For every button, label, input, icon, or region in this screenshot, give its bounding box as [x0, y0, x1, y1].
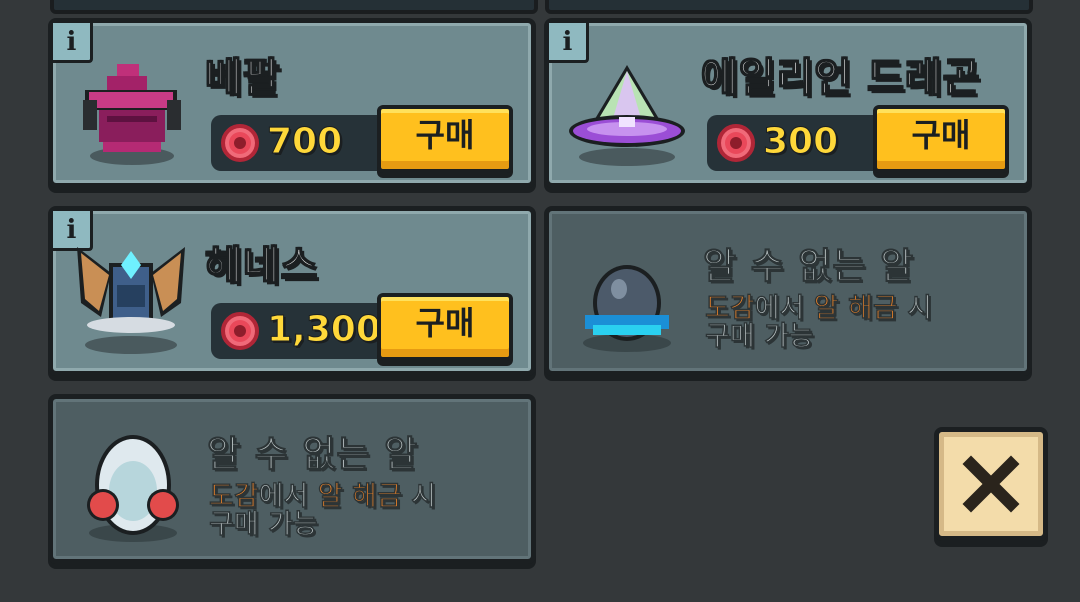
red-coin-icon [717, 124, 755, 162]
hint-purchasable: 구매 가능 [209, 509, 318, 540]
hint-text: 에서 [258, 481, 318, 512]
close-button[interactable] [934, 427, 1048, 541]
price-value: 700 [266, 121, 343, 163]
pet-card-bepal: i 베팔 700 구매 [48, 18, 536, 188]
red-coin-icon [221, 312, 259, 350]
locked-egg-card: 알 수 없는 알 도감에서 알 해금 시 구매 가능 [544, 206, 1032, 376]
price-value: 1,300 [267, 309, 382, 351]
hint-text: 시 [897, 293, 932, 324]
pet-name: 헤네스 [204, 242, 319, 290]
hint-egg-unlock: 알 해금 [813, 293, 898, 324]
price-value: 300 [762, 121, 839, 163]
buy-button[interactable]: 구매 [873, 105, 1009, 173]
pet-name: 에일리언 드래곤 [700, 54, 981, 102]
buy-button[interactable]: 구매 [377, 105, 513, 173]
winged-crest-icon [77, 247, 185, 354]
dark-egg-icon [583, 265, 671, 352]
red-coin-icon [221, 124, 259, 162]
hint-text: 에서 [754, 293, 814, 324]
locked-title: 알 수 없는 알 [702, 246, 915, 288]
buy-button[interactable]: 구매 [377, 293, 513, 361]
pet-card-henes: i 헤네스 1,300 구매 [48, 206, 536, 376]
unlock-hint: 도감에서 알 해금 시 구매 가능 [209, 481, 436, 540]
pet-name: 베팔 [204, 54, 281, 102]
hint-egg-unlock: 알 해금 [317, 481, 402, 512]
locked-title: 알 수 없는 알 [206, 434, 419, 476]
close-x-icon [962, 455, 1020, 513]
hint-purchasable: 구매 가능 [705, 321, 814, 352]
locked-egg-card: 알 수 없는 알 도감에서 알 해금 시 구매 가능 [48, 394, 536, 564]
white-egg-icon [87, 435, 179, 542]
hint-dex: 도감 [705, 293, 755, 324]
previous-row-card-edge [545, 0, 1033, 14]
pyramid-ufo-icon [569, 65, 685, 166]
purple-helmet-icon [83, 64, 181, 165]
previous-row-card-edge [50, 0, 538, 14]
unlock-hint: 도감에서 알 해금 시 구매 가능 [705, 293, 932, 352]
pet-card-alien-dragon: i 에일리언 드래곤 300 구매 [544, 18, 1032, 188]
info-button[interactable]: i [549, 23, 589, 63]
info-button[interactable]: i [53, 23, 93, 63]
hint-text: 시 [401, 481, 436, 512]
hint-dex: 도감 [209, 481, 259, 512]
